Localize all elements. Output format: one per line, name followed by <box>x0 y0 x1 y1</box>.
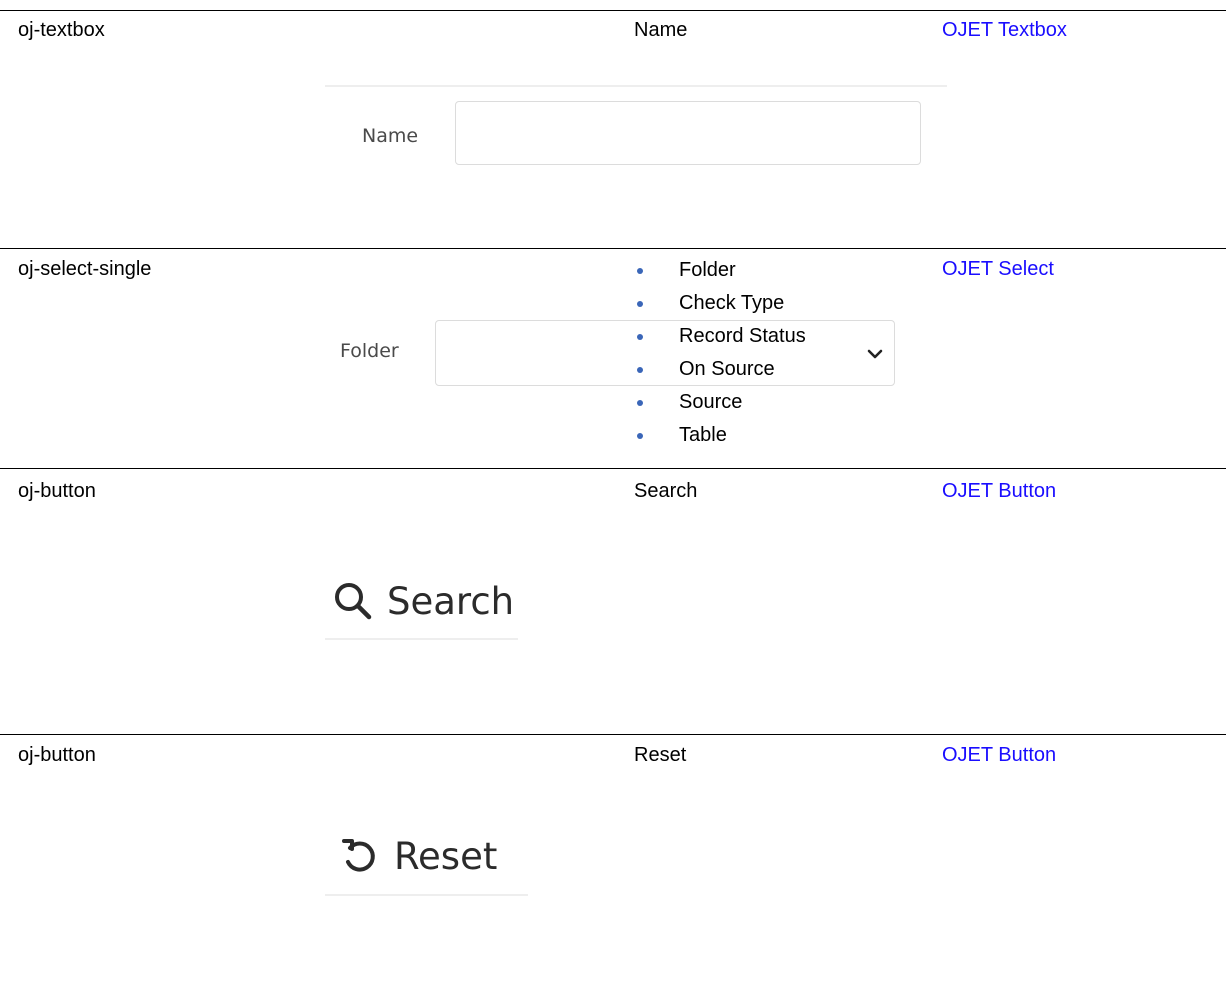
reset-button-label: Reset <box>394 834 498 878</box>
row-divider <box>0 248 1226 249</box>
row-divider <box>0 10 1226 11</box>
bullet-icon <box>637 301 643 307</box>
component-name: oj-select-single <box>18 258 152 280</box>
option-label: Check Type <box>679 292 785 314</box>
name-label: Name <box>362 125 419 147</box>
ojet-button-link[interactable]: OJET Button <box>942 479 1056 503</box>
bullet-icon <box>637 400 643 406</box>
bullet-icon <box>637 268 643 274</box>
description: Reset <box>634 744 687 766</box>
ojet-select-link[interactable]: OJET Select <box>942 257 1054 281</box>
name-input[interactable] <box>455 101 921 165</box>
list-item: Record Status <box>634 320 806 353</box>
bullet-icon <box>637 334 643 340</box>
search-button-label: Search <box>387 579 515 623</box>
component-name: oj-button <box>18 480 96 502</box>
divider <box>325 638 518 640</box>
list-item: Check Type <box>634 287 806 320</box>
bullet-icon <box>637 367 643 373</box>
reset-button[interactable]: Reset <box>340 831 497 881</box>
description: Name <box>634 19 688 41</box>
list-item: Source <box>634 386 806 419</box>
row-divider <box>0 468 1226 469</box>
component-name: oj-textbox <box>18 19 105 41</box>
list-item: Table <box>634 419 806 452</box>
option-list: Folder Check Type Record Status On Sourc… <box>634 254 806 452</box>
option-label: Table <box>679 424 727 446</box>
reset-icon <box>342 839 375 872</box>
ojet-button-link[interactable]: OJET Button <box>942 743 1056 767</box>
component-name: oj-button <box>18 744 96 766</box>
divider <box>325 85 947 87</box>
ojet-textbox-link[interactable]: OJET Textbox <box>942 18 1067 42</box>
search-button[interactable]: Search <box>333 576 514 626</box>
option-label: Source <box>679 391 743 413</box>
list-item: On Source <box>634 353 806 386</box>
option-label: Folder <box>679 259 736 281</box>
option-label: Record Status <box>679 325 806 347</box>
description: Search <box>634 480 698 502</box>
folder-label: Folder <box>340 340 399 362</box>
divider <box>325 894 528 896</box>
list-item: Folder <box>634 254 806 287</box>
chevron-down-icon[interactable] <box>867 348 883 360</box>
option-label: On Source <box>679 358 775 380</box>
row-divider <box>0 734 1226 735</box>
search-icon <box>335 583 372 620</box>
bullet-icon <box>637 433 643 439</box>
